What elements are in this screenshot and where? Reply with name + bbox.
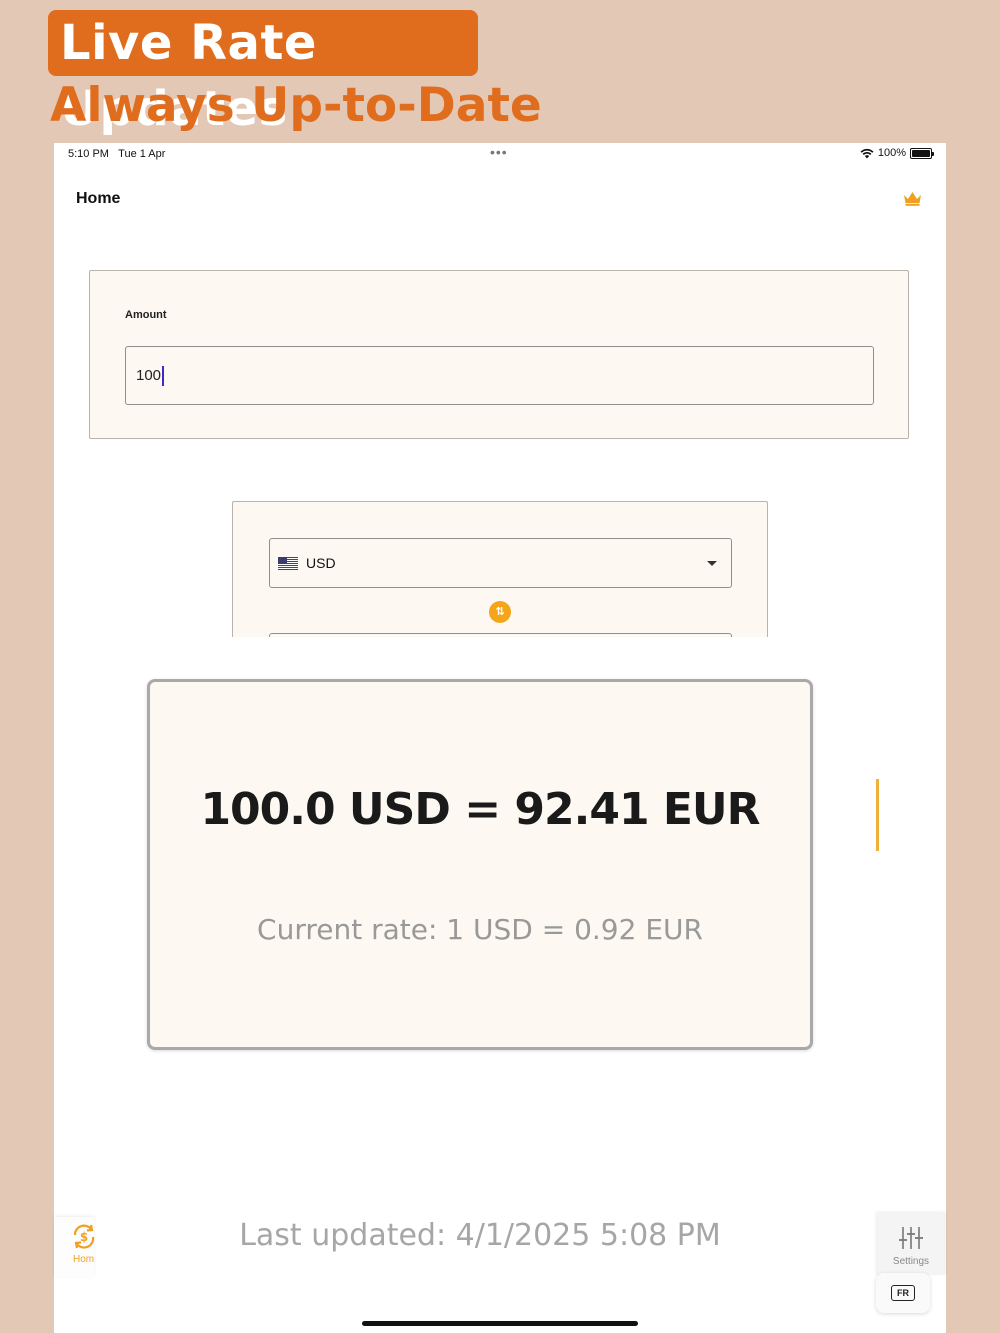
current-rate: Current rate: 1 USD = 0.92 EUR [257, 913, 703, 946]
amount-value: 100 [136, 367, 162, 384]
tab-home-label: Hom [73, 1254, 95, 1265]
status-time: 5:10 PM Tue 1 Apr [68, 148, 165, 160]
amount-label: Amount [125, 309, 167, 321]
battery-percent: 100% [877, 147, 906, 159]
multitasking-dots-icon[interactable]: ••• [490, 144, 508, 160]
device-screen: 5:10 PM Tue 1 Apr ••• 100% Home Amount 1… [54, 143, 946, 1333]
language-button[interactable]: FR [876, 1273, 930, 1313]
home-indicator[interactable] [362, 1321, 638, 1326]
from-currency-code: USD [306, 555, 336, 571]
to-currency-select[interactable] [269, 633, 732, 637]
sliders-icon [899, 1227, 923, 1249]
chevron-down-icon [707, 561, 717, 566]
promo-subheadline: Always Up-to-Date [50, 78, 542, 133]
tab-settings[interactable]: Settings [876, 1213, 946, 1275]
amount-input[interactable]: 100 [125, 346, 874, 405]
page-title: Home [76, 190, 121, 207]
promo-headline-banner: Live Rate Updates [48, 10, 478, 137]
wifi-icon [860, 148, 874, 158]
from-currency-select[interactable]: USD [269, 538, 732, 588]
status-date: Tue 1 Apr [118, 148, 166, 160]
battery-icon [910, 147, 934, 159]
conversion-result: 100.0 USD = 92.41 EUR [200, 784, 760, 835]
amount-card: Amount 100 [89, 270, 909, 439]
swap-arrows-icon[interactable]: ⇅ [489, 601, 511, 623]
crown-icon[interactable] [903, 191, 922, 206]
us-flag-icon [278, 556, 298, 570]
currency-card: USD ⇅ [232, 501, 768, 637]
text-cursor [162, 365, 165, 386]
tab-settings-label: Settings [892, 1256, 930, 1267]
status-indicators: 100% [860, 147, 934, 159]
status-bar: 5:10 PM Tue 1 Apr ••• 100% [54, 143, 946, 165]
result-card: 100.0 USD = 92.41 EUR Current rate: 1 US… [147, 679, 813, 1050]
language-code: FR [891, 1285, 915, 1301]
accent-divider [876, 779, 879, 851]
last-updated-text: Last updated: 4/1/2025 5:08 PM [239, 1218, 721, 1253]
status-clock: 5:10 PM [68, 148, 109, 160]
